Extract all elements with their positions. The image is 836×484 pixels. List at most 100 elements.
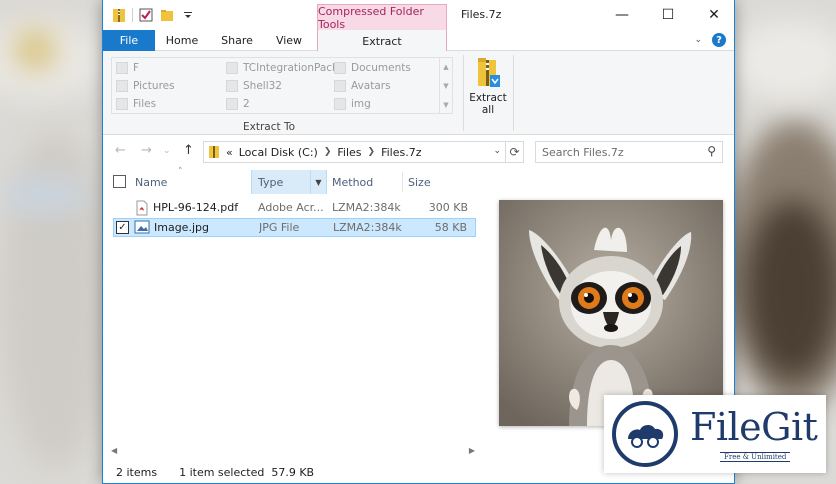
properties-checkbox-icon[interactable]: [138, 7, 154, 23]
file-method: LZMA2:384k: [332, 201, 401, 214]
status-bar: 2 items 1 item selected 57.9 KB: [116, 466, 314, 479]
folder-icon: [334, 62, 346, 74]
row-checkbox[interactable]: ✓: [116, 221, 129, 234]
navigation-bar: ← → ⌄ ↑ « Local Disk (C:) ❯ Files ❯ File…: [103, 138, 734, 166]
ribbon-extract-panel: F TCIntegrationPack Documents Pictures S…: [103, 51, 734, 135]
folder-icon: [116, 80, 128, 92]
file-type: Adobe Acr...: [258, 201, 324, 214]
folder-icon: [116, 98, 128, 110]
address-bar[interactable]: « Local Disk (C:) ❯ Files ❯ Files.7z ⌄: [203, 141, 506, 163]
column-size[interactable]: Size: [408, 170, 474, 194]
breadcrumb-overflow[interactable]: «: [226, 146, 233, 159]
back-arrow-icon[interactable]: ←: [115, 143, 126, 158]
refresh-button[interactable]: ⟳: [506, 141, 524, 163]
gallery-item[interactable]: TCIntegrationPack: [226, 59, 338, 77]
window-title: Files.7z: [461, 8, 502, 21]
title-bar: Compressed Folder Tools Files.7z — ☐ ✕: [103, 0, 737, 31]
toolbar-separator: [132, 8, 133, 22]
extract-all-icon: [475, 57, 501, 89]
horizontal-scrollbar[interactable]: ◀ ▶: [111, 446, 475, 460]
column-name[interactable]: Name: [135, 170, 249, 194]
file-size: 300 KB: [428, 201, 468, 214]
scroll-down-icon[interactable]: ▼: [440, 77, 452, 96]
forward-arrow-icon[interactable]: →: [141, 143, 152, 158]
file-row[interactable]: HPL-96-124.pdf Adobe Acr... LZMA2:384k 3…: [113, 199, 476, 218]
new-folder-icon[interactable]: [159, 7, 175, 23]
tab-view[interactable]: View: [265, 30, 313, 51]
help-icon[interactable]: ?: [712, 33, 726, 47]
quick-access-toolbar: [111, 7, 196, 23]
extract-all-button[interactable]: Extract all: [467, 57, 509, 116]
extract-all-label-1: Extract: [469, 92, 507, 104]
refresh-icon: ⟳: [509, 145, 520, 159]
close-button[interactable]: ✕: [691, 0, 737, 30]
file-method: LZMA2:384k: [333, 221, 402, 234]
breadcrumb-local-disk[interactable]: Local Disk (C:): [239, 146, 318, 159]
recent-locations-icon[interactable]: ⌄: [163, 146, 171, 156]
breadcrumb-archive[interactable]: Files.7z: [381, 146, 421, 159]
folder-icon: [226, 98, 238, 110]
extract-all-label-2: all: [481, 104, 495, 116]
select-all-checkbox[interactable]: [113, 175, 126, 188]
status-selection: 1 item selected 57.9 KB: [179, 466, 315, 479]
gallery-item[interactable]: Pictures: [116, 77, 175, 95]
preview-image: [499, 200, 723, 426]
gallery-expand-icon[interactable]: ▼: [440, 96, 452, 115]
gallery-item[interactable]: Shell32: [226, 77, 282, 95]
search-icon: ⚲: [707, 144, 716, 158]
tab-extract[interactable]: Extract: [317, 30, 447, 52]
gallery-item[interactable]: Documents: [334, 59, 411, 77]
chevron-right-icon[interactable]: ❯: [368, 147, 376, 157]
chevron-down-icon[interactable]: ⌄: [493, 146, 501, 156]
filegit-logo-icon: [610, 401, 680, 467]
gallery-item[interactable]: img: [334, 95, 371, 113]
chevron-down-icon[interactable]: [180, 7, 196, 23]
scroll-up-icon[interactable]: ▲: [440, 58, 452, 77]
search-placeholder: Search Files.7z: [542, 145, 624, 159]
maximize-button[interactable]: ☐: [645, 0, 691, 30]
folder-icon: [116, 62, 128, 74]
column-headers: ˄ Name Type ▼ Method Size: [103, 167, 478, 194]
chevron-right-icon[interactable]: ❯: [324, 147, 332, 157]
gallery-item[interactable]: Avatars: [334, 77, 391, 95]
status-selection-size: 57.9 KB: [271, 466, 315, 479]
folder-icon: [226, 62, 238, 74]
context-tab-label: Compressed Folder Tools: [317, 4, 447, 31]
zip-folder-icon: [208, 145, 220, 159]
chevron-down-icon[interactable]: ⌄: [694, 35, 702, 45]
tab-home[interactable]: Home: [155, 30, 209, 51]
folder-icon: [226, 80, 238, 92]
minimize-button[interactable]: —: [599, 0, 645, 30]
extract-to-gallery[interactable]: F TCIntegrationPack Documents Pictures S…: [111, 57, 453, 114]
image-icon: [134, 220, 150, 237]
tab-file[interactable]: File: [103, 30, 155, 51]
search-input[interactable]: Search Files.7z ⚲: [535, 141, 723, 163]
scroll-right-icon[interactable]: ▶: [469, 446, 475, 455]
breadcrumb-files[interactable]: Files: [337, 146, 361, 159]
up-arrow-icon[interactable]: ↑: [183, 143, 194, 158]
column-method[interactable]: Method: [332, 170, 402, 194]
file-name: HPL-96-124.pdf: [153, 201, 239, 214]
group-divider: [463, 55, 464, 131]
watermark-badge: FileGit Free & Unlimited: [604, 395, 826, 473]
column-divider: [402, 172, 403, 192]
file-type: JPG File: [259, 221, 300, 234]
gallery-scroll[interactable]: ▲ ▼ ▼: [439, 58, 452, 113]
scroll-left-icon[interactable]: ◀: [111, 446, 117, 455]
pdf-icon: [135, 200, 149, 219]
gallery-item[interactable]: Files: [116, 95, 156, 113]
chevron-down-icon[interactable]: ▼: [310, 170, 326, 194]
watermark-tagline: Free & Unlimited: [720, 452, 791, 462]
watermark-brand: FileGit: [690, 405, 818, 449]
column-type[interactable]: Type ▼: [251, 170, 327, 194]
group-label-extract-to: Extract To: [243, 121, 295, 133]
ribbon-tabs: File Home Share View Extract ⌄ ?: [103, 30, 734, 52]
file-row[interactable]: ✓ Image.jpg JPG File LZMA2:384k 58 KB: [113, 218, 476, 237]
ribbon-right-controls: ⌄ ?: [694, 33, 726, 47]
group-divider: [513, 55, 514, 131]
zip-folder-icon[interactable]: [111, 7, 127, 23]
tab-share[interactable]: Share: [209, 30, 265, 51]
folder-icon: [334, 80, 346, 92]
gallery-item[interactable]: 2: [226, 95, 250, 113]
gallery-item[interactable]: F: [116, 59, 139, 77]
